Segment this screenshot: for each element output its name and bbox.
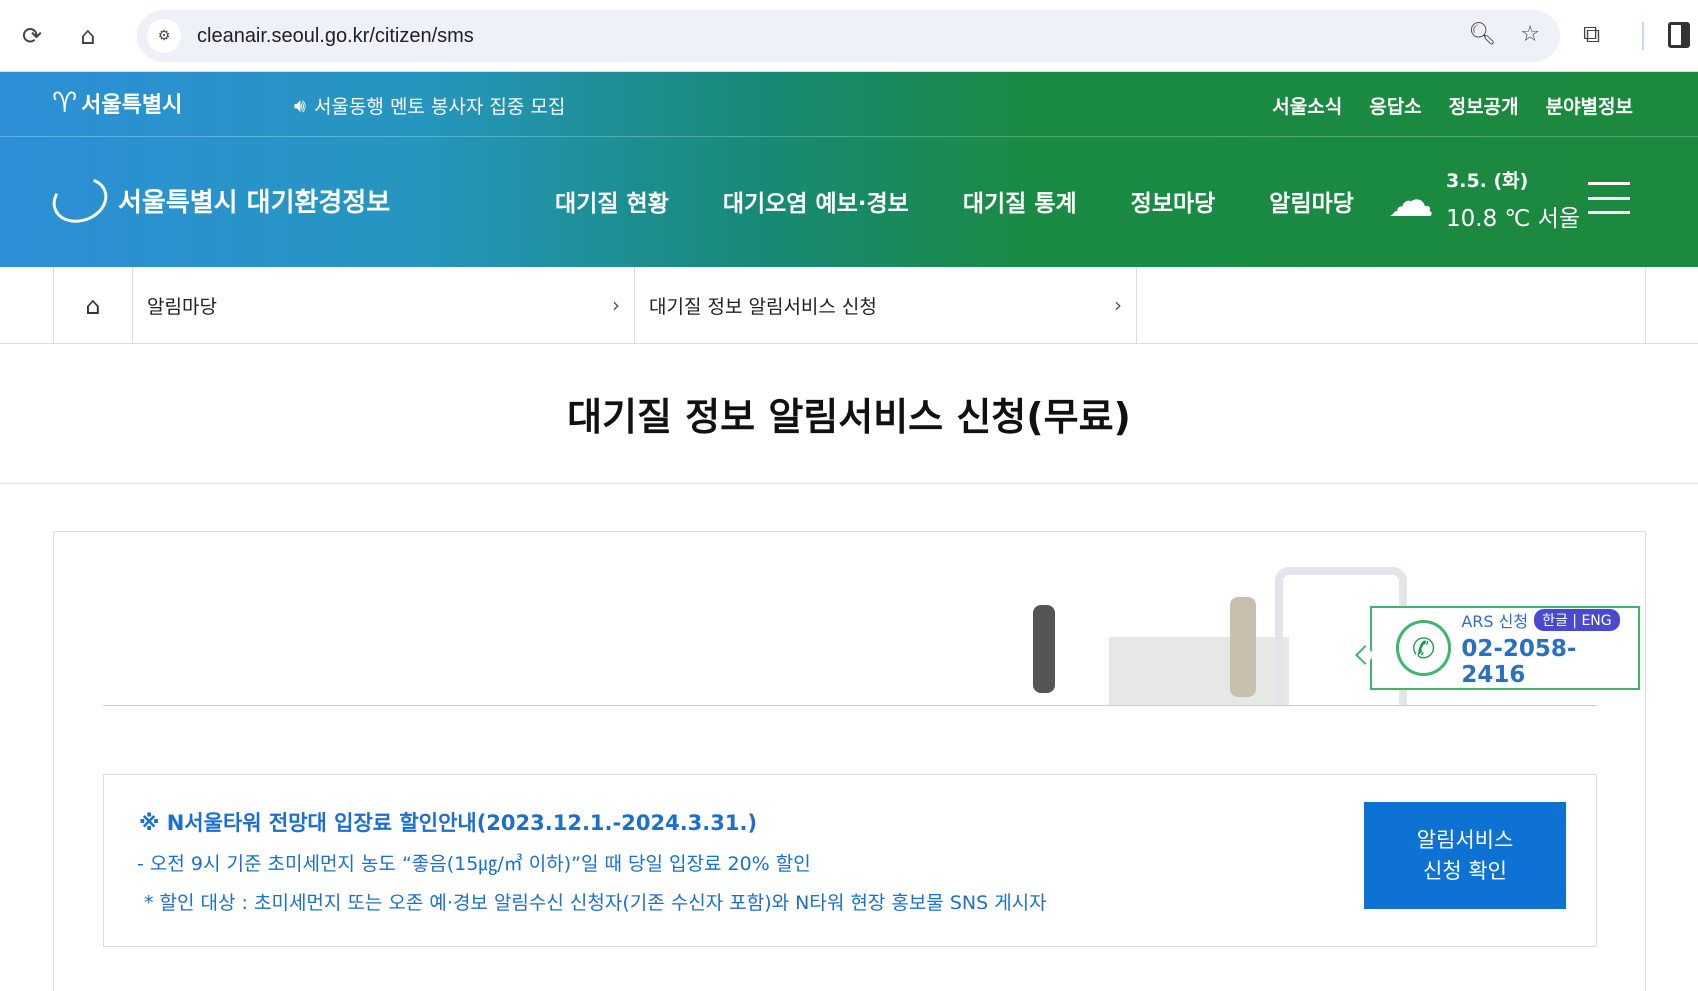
global-nav: 대기질 현황 대기오염 예보·경보 대기질 통계 정보마당 알림마당 (555, 184, 1408, 218)
seoul-logo[interactable]: ♈ 서울특별시 (52, 86, 182, 119)
promo-title: ※ N서울타워 전망대 입장료 할인안내(2023.12.1.-2024.3.3… (139, 811, 758, 835)
url-text[interactable]: cleanair.seoul.go.kr/citizen/sms (197, 25, 474, 48)
ars-label: ARS 신청 (1461, 612, 1529, 631)
top-link-eungdapso[interactable]: 응답소 (1369, 92, 1421, 119)
seoul-logo-text: 서울특별시 (81, 92, 183, 118)
extensions-icon[interactable]: ⧉ (1583, 20, 1600, 48)
top-links: 서울소식 응답소 정보공개 분야별정보 (1272, 92, 1633, 119)
nav-notices[interactable]: 알림마당 (1269, 184, 1354, 218)
ars-callout: ✆ ARS 신청 한글 | ENG 02-2058-2416 (1355, 606, 1640, 690)
man-figure (1033, 605, 1055, 693)
toolbar-divider (1642, 22, 1644, 50)
bookmark-star-icon[interactable]: ☆ (1520, 22, 1540, 47)
promo-box: ※ N서울타워 전망대 입장료 할인안내(2023.12.1.-2024.3.3… (103, 774, 1597, 947)
breadcrumb-divider (1645, 267, 1646, 344)
woman-figure (1230, 597, 1256, 697)
promo-condition: - 오전 9시 기준 초미세먼지 농도 “좋음(15㎍/㎥ 이하)”일 때 당일… (137, 853, 811, 875)
side-panel-icon[interactable] (1668, 22, 1690, 48)
site-logo[interactable]: 서울특별시 대기환경정보 (46, 169, 391, 231)
confirm-button-line1: 알림서비스 (1416, 828, 1514, 853)
home-icon[interactable]: ⌂ (64, 12, 112, 60)
air-swirl-icon (46, 169, 114, 231)
breadcrumb-level2-label: 대기질 정보 알림서비스 신청 (649, 296, 877, 318)
subscription-confirm-button[interactable]: 알림서비스 신청 확인 (1364, 802, 1566, 909)
chevron-right-icon: › (612, 293, 620, 317)
seoul-symbol-icon: ♈ (52, 86, 78, 119)
ars-phone-number: 02-2058-2416 (1461, 636, 1577, 688)
notice-text: 서울동행 멘토 봉사자 집중 모집 (313, 96, 566, 118)
ars-header: ARS 신청 한글 | ENG (1461, 608, 1638, 632)
site-header: ♈ 서울특별시 🔊︎ 서울동행 멘토 봉사자 집중 모집 서울소식 응답소 정보… (0, 72, 1698, 267)
top-bar: ♈ 서울특별시 🔊︎ 서울동행 멘토 봉사자 집중 모집 서울소식 응답소 정보… (0, 72, 1698, 137)
top-link-field-info[interactable]: 분야별정보 (1546, 92, 1633, 119)
nav-air-quality-status[interactable]: 대기질 현황 (555, 184, 669, 218)
nav-info-hub[interactable]: 정보마당 (1131, 184, 1216, 218)
breadcrumb-home-icon[interactable]: ⌂ (53, 267, 133, 344)
breadcrumb: ⌂ 알림마당 › 대기질 정보 알림서비스 신청 › (0, 267, 1698, 344)
weather-temp: 10.8 ℃ 서울 (1446, 206, 1580, 232)
illustration: ✆ ARS 신청 한글 | ENG 02-2058-2416 (947, 567, 1640, 705)
main-nav-bar: 서울특별시 대기환경정보 대기질 현황 대기오염 예보·경보 대기질 통계 정보… (0, 138, 1698, 267)
ars-text: ARS 신청 한글 | ENG 02-2058-2416 (1461, 608, 1638, 688)
breadcrumb-level1-label: 알림마당 (147, 296, 217, 318)
city-skyline (1109, 637, 1289, 705)
menu-icon[interactable] (1588, 182, 1630, 214)
phone-icon: ✆ (1396, 620, 1452, 676)
breadcrumb-level1[interactable]: 알림마당 › (133, 267, 635, 344)
notice-banner[interactable]: 🔊︎ 서울동행 멘토 봉사자 집중 모집 (294, 92, 565, 119)
reload-icon[interactable]: ⟳ (8, 12, 56, 60)
top-link-info-disclosure[interactable]: 정보공개 (1449, 92, 1519, 119)
breadcrumb-level2[interactable]: 대기질 정보 알림서비스 신청 › (635, 267, 1137, 344)
speaker-icon: 🔊︎ (294, 94, 306, 117)
address-bar[interactable]: ⚙ cleanair.seoul.go.kr/citizen/sms 🔍︎ ☆ (137, 10, 1560, 62)
promo-target: * 할인 대상 : 초미세먼지 또는 오존 예·경보 알림수신 신청자(기존 수… (144, 892, 1047, 914)
page-title: 대기질 정보 알림서비스 신청(무료) (0, 344, 1698, 484)
content-box: ✆ ARS 신청 한글 | ENG 02-2058-2416 ※ N서울타워 전… (53, 531, 1646, 991)
ars-language-badge: 한글 | ENG (1534, 609, 1620, 631)
zoom-icon[interactable]: 🔍︎ (1468, 22, 1496, 47)
site-title-text: 서울특별시 대기환경정보 (118, 187, 391, 218)
illustration-baseline (103, 705, 1597, 706)
top-link-news[interactable]: 서울소식 (1272, 92, 1342, 119)
browser-toolbar: ⟳ ⌂ ⚙ cleanair.seoul.go.kr/citizen/sms 🔍… (0, 0, 1698, 72)
cloud-icon: ☁ (1388, 172, 1434, 227)
weather-widget: ☁ 3.5. (화) 10.8 ℃ 서울 (1388, 166, 1580, 233)
nav-air-statistics[interactable]: 대기질 통계 (963, 184, 1077, 218)
nav-forecast-alert[interactable]: 대기오염 예보·경보 (723, 184, 909, 218)
chevron-right-icon: › (1114, 293, 1122, 317)
confirm-button-line2: 신청 확인 (1423, 858, 1507, 883)
site-info-icon[interactable]: ⚙ (147, 19, 181, 53)
weather-date: 3.5. (화) (1446, 170, 1529, 192)
